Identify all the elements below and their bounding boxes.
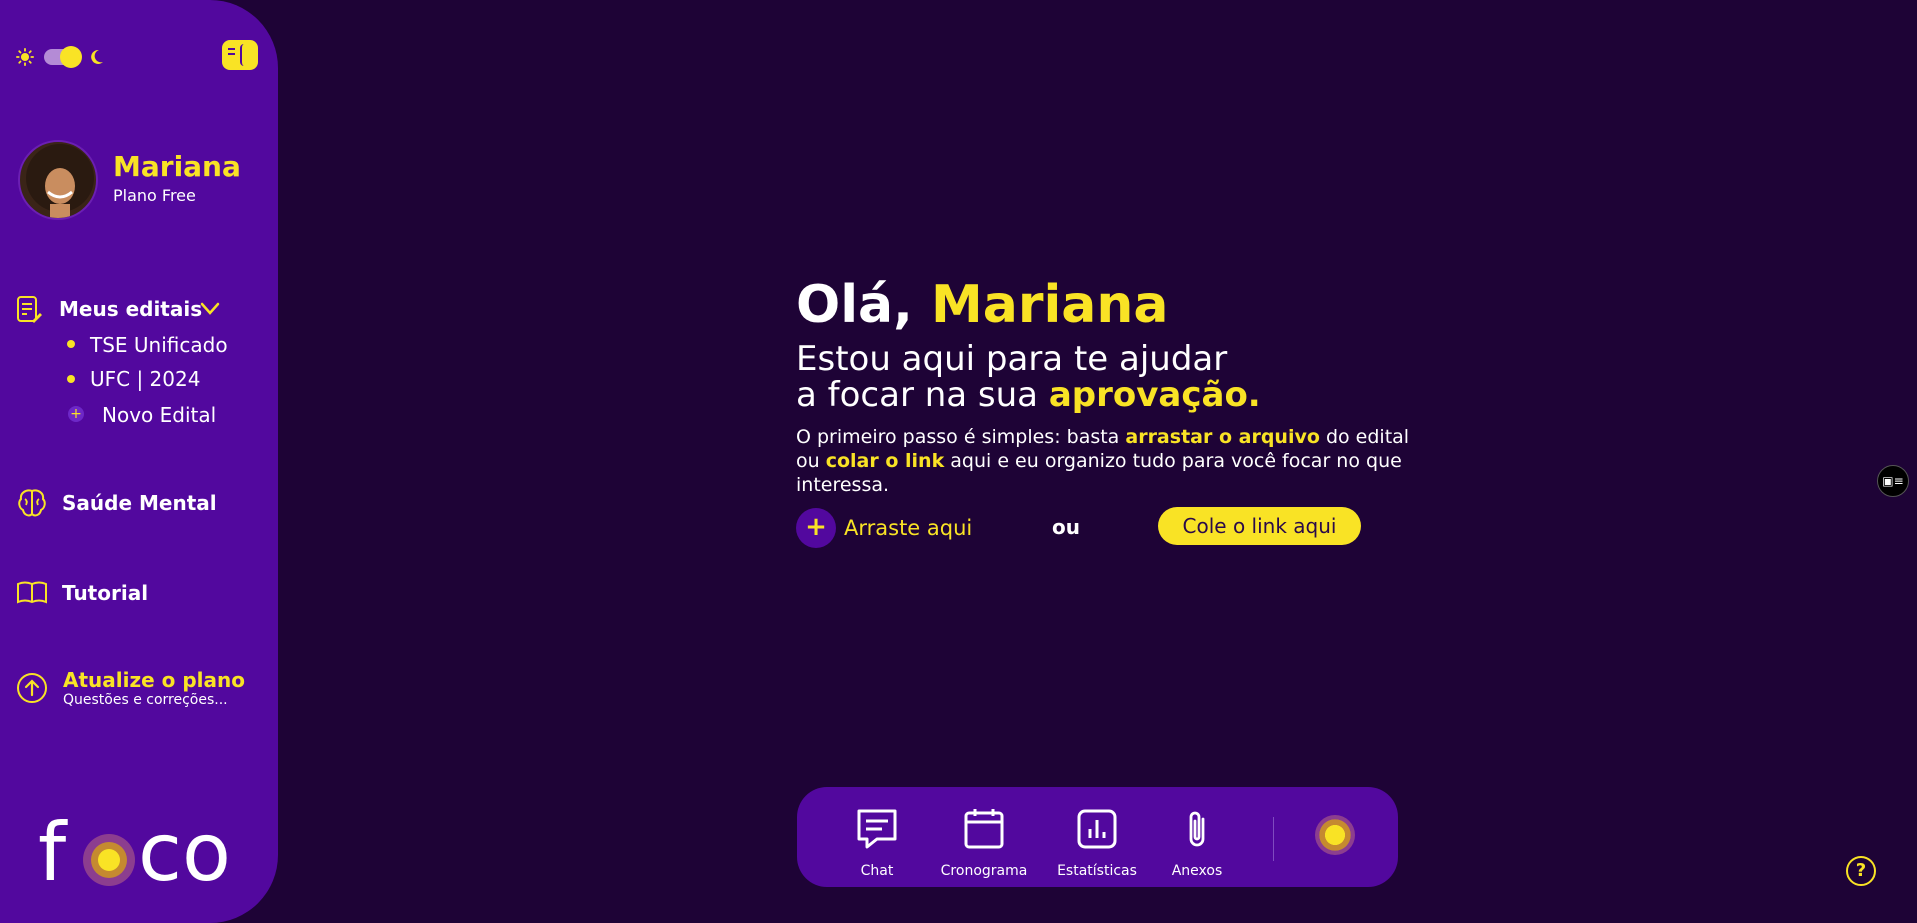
collapse-sidebar-button[interactable] — [222, 40, 258, 70]
bullet-dot — [67, 375, 75, 383]
foco-logo: f co — [38, 806, 248, 899]
greeting-name: Mariana — [930, 275, 1169, 335]
edital-item-tse[interactable]: TSE Unificado — [90, 333, 228, 357]
dock-item-anexos[interactable]: Anexos — [1167, 807, 1227, 879]
sidebar: Mariana Plano Free Meus editais TSE Unif… — [0, 0, 278, 923]
bottom-dock: Chat Cronograma Estatísticas Anexos — [797, 787, 1398, 887]
user-name: Mariana — [113, 150, 241, 183]
anexos-label: Anexos — [1171, 863, 1223, 879]
chat-label: Chat — [860, 863, 894, 879]
paperclip-icon — [1189, 811, 1205, 847]
desc-highlight-2: colar o link — [825, 450, 945, 472]
dock-divider — [1273, 817, 1274, 861]
estatisticas-label: Estatísticas — [1057, 863, 1137, 879]
user-plan: Plano Free — [113, 186, 196, 205]
hero-line2-highlight: aprovação. — [1048, 375, 1261, 415]
switch-knob — [60, 46, 82, 68]
or-separator: ou — [1052, 515, 1080, 539]
greeting-title: Olá, Mariana — [796, 275, 1416, 335]
dock-item-chat[interactable]: Chat — [847, 807, 907, 879]
cronograma-label: Cronograma — [940, 863, 1028, 879]
drag-here-label: Arraste aqui — [844, 516, 973, 540]
help-button[interactable]: ? — [1846, 856, 1876, 886]
logo-sun-o — [83, 834, 135, 886]
new-edital-button[interactable]: Novo Edital — [102, 403, 216, 427]
book-icon — [17, 581, 47, 604]
chevron-down-icon[interactable] — [200, 302, 220, 316]
chat-icon — [857, 809, 897, 849]
logo-text-f: f — [38, 806, 67, 899]
logo-text-co: co — [138, 806, 231, 899]
sidebar-item-meus-editais[interactable]: Meus editais — [59, 297, 202, 321]
calendar-icon — [964, 809, 1004, 849]
greeting-text: Olá, — [796, 275, 913, 335]
theme-toggle[interactable] — [16, 46, 104, 68]
moon-icon — [91, 49, 103, 64]
hero-line2-text: a focar na sua — [796, 375, 1049, 415]
sidebar-item-saude-mental[interactable]: Saúde Mental — [62, 491, 217, 515]
sun-icon — [16, 48, 34, 66]
hero-description: O primeiro passo é simples: basta arrast… — [796, 425, 1416, 497]
plus-icon[interactable]: + — [796, 508, 836, 548]
accessibility-widget-icon[interactable]: ▣≡ — [1877, 465, 1909, 497]
hero-subtitle-line2: a focar na sua aprovação. — [796, 377, 1416, 413]
brain-icon — [18, 489, 46, 517]
sidebar-icon — [228, 48, 235, 58]
paste-link-button[interactable]: Cole o link aqui — [1158, 507, 1361, 545]
avatar-image — [26, 144, 94, 218]
desc-highlight-1: arrastar o arquivo — [1125, 426, 1320, 448]
hero: Olá, Mariana Estou aqui para te ajudar a… — [796, 275, 1416, 497]
panel-icon — [240, 44, 254, 66]
hero-subtitle: Estou aqui para te ajudar a focar na sua… — [796, 341, 1416, 413]
desc-part-1: O primeiro passo é simples: basta — [796, 426, 1126, 448]
upgrade-arrow-icon — [17, 673, 47, 703]
edital-item-ufc[interactable]: UFC | 2024 — [90, 367, 200, 391]
drag-drop-area[interactable]: + Arraste aqui — [796, 508, 972, 548]
plus-icon: + — [68, 406, 84, 422]
theme-switch[interactable] — [44, 46, 82, 68]
bar-chart-icon — [1077, 809, 1117, 849]
sidebar-item-tutorial[interactable]: Tutorial — [62, 581, 148, 605]
upgrade-plan-subtitle: Questões e correções... — [63, 692, 228, 708]
dock-item-cronograma[interactable]: Cronograma — [939, 807, 1029, 879]
assistant-orb-button[interactable] — [1315, 815, 1355, 855]
avatar[interactable] — [18, 140, 98, 220]
bullet-dot — [67, 340, 75, 348]
dock-item-estatisticas[interactable]: Estatísticas — [1057, 807, 1137, 879]
upgrade-plan-link[interactable]: Atualize o plano — [63, 668, 245, 692]
document-edit-icon — [17, 296, 42, 323]
hero-subtitle-line1: Estou aqui para te ajudar — [796, 339, 1228, 379]
